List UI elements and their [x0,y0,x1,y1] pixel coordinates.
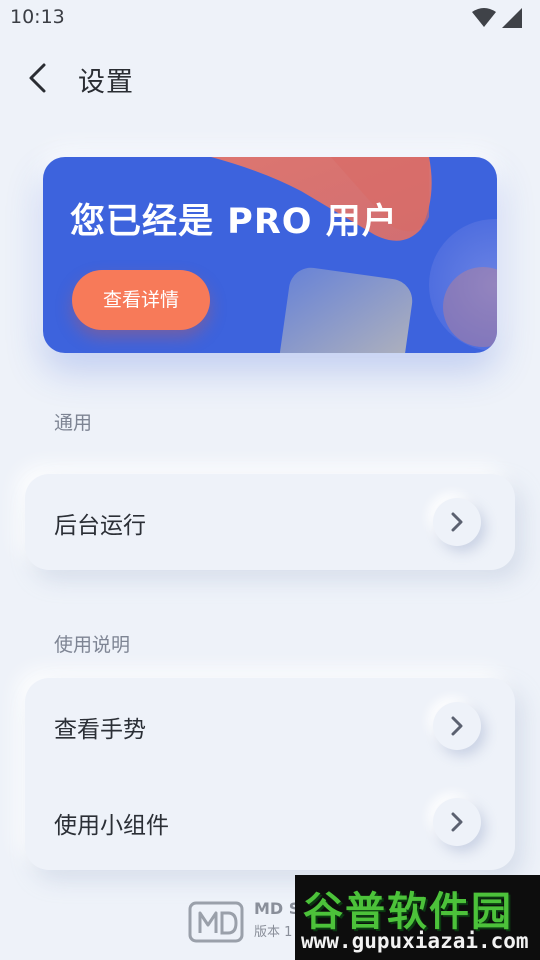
pro-status-title: 您已经是 PRO 用户 [70,202,398,242]
setting-item-label: 查看手势 [54,717,146,743]
status-bar: 10:13 [0,0,540,38]
app-name: MD S [254,899,301,918]
app-version: 版本 1 [254,925,293,940]
setting-item-label: 使用小组件 [54,813,169,839]
back-button[interactable] [22,62,54,94]
setting-item-label: 后台运行 [54,513,146,539]
watermark-url: www.gupuxiazai.com [301,929,529,953]
settings-card-instructions: 查看手势 使用小组件 [25,678,515,870]
chevron-left-icon [22,63,54,98]
view-details-button[interactable]: 查看详情 [72,270,210,330]
chevron-right-button[interactable] [433,702,481,750]
cellular-signal-icon [502,8,522,32]
wifi-icon [472,8,496,32]
section-label-general: 通用 [54,412,93,434]
setting-item-background-run[interactable]: 后台运行 [25,474,515,570]
status-time: 10:13 [10,6,65,28]
watermark-overlay: 谷普软件园 www.gupuxiazai.com [295,875,540,960]
setting-item-use-widgets[interactable]: 使用小组件 [25,774,515,870]
settings-card-general: 后台运行 [25,474,515,570]
chevron-right-button[interactable] [433,798,481,846]
pro-banner-card[interactable]: 您已经是 PRO 用户 查看详情 [43,157,497,353]
setting-item-view-gestures[interactable]: 查看手势 [25,678,515,774]
status-icons [472,8,522,32]
app-bar: 设置 [0,48,540,108]
chevron-right-button[interactable] [433,498,481,546]
section-label-instructions: 使用说明 [54,634,131,656]
page-title: 设置 [78,67,134,98]
